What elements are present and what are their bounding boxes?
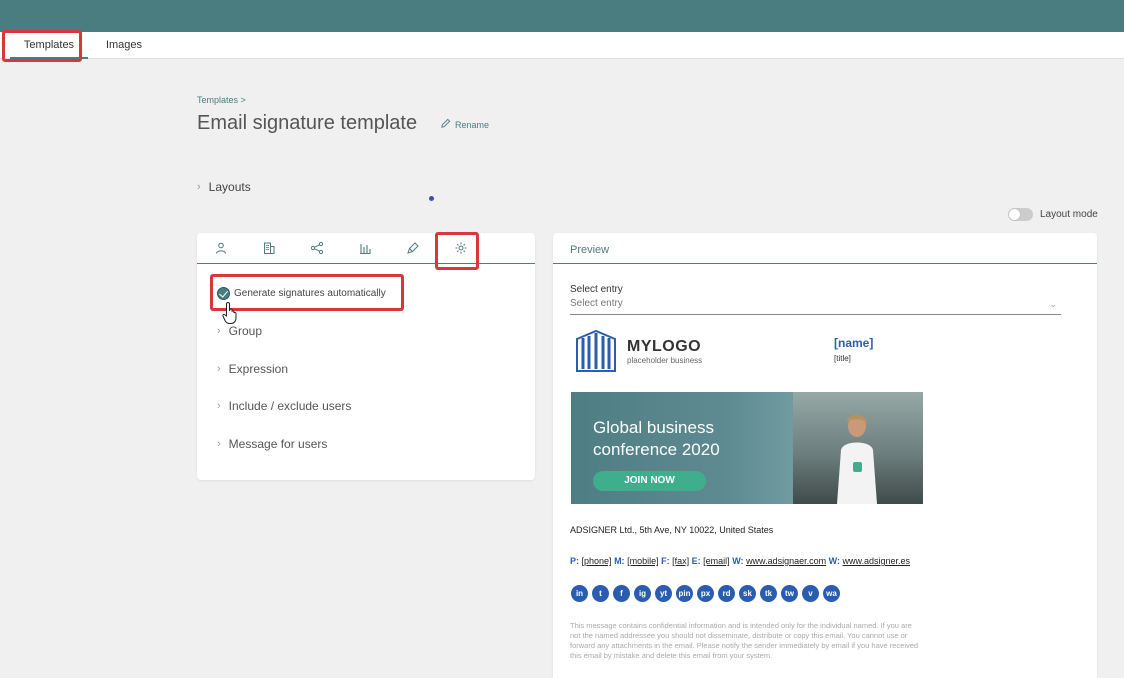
accordion-message-label: Message for users	[228, 437, 328, 451]
tab-templates[interactable]: Templates	[10, 32, 88, 59]
accordion-message-for-users[interactable]: › Message for users	[217, 437, 327, 451]
rename-label: Rename	[455, 119, 490, 130]
vimeo-icon[interactable]: v	[802, 585, 819, 602]
chevron-right-icon: ›	[197, 181, 201, 193]
twitter-icon[interactable]: t	[592, 585, 609, 602]
youtube-icon[interactable]: yt	[655, 585, 672, 602]
person-icon[interactable]	[214, 241, 228, 255]
preview-tab-bar: Preview	[553, 233, 1097, 264]
tab-bar: Templates Images	[0, 32, 1124, 59]
facebook-icon[interactable]: f	[613, 585, 630, 602]
whatsapp-icon[interactable]: wa	[823, 585, 840, 602]
preview-panel: Preview Select entry Select entry ⌄ MYLO…	[553, 233, 1097, 678]
select-entry-value: Select entry	[570, 298, 623, 309]
conference-banner[interactable]: Global business conference 2020 JOIN NOW	[571, 392, 923, 504]
accordion-expression[interactable]: › Expression	[217, 362, 288, 376]
banner-heading-line2: conference 2020	[593, 440, 720, 459]
brush-icon[interactable]	[406, 241, 420, 255]
signature-title: [title]	[834, 354, 851, 363]
indicator-dot	[429, 196, 434, 201]
signature-name: [name]	[834, 336, 874, 350]
website-link[interactable]: www.adsignaer.com	[746, 556, 826, 566]
reddit-icon[interactable]: rd	[718, 585, 735, 602]
rename-button[interactable]: Rename	[440, 118, 489, 131]
mobile-label: M:	[614, 556, 625, 566]
generate-signatures-label: Generate signatures automatically	[234, 288, 386, 299]
accordion-group-label: Group	[228, 324, 263, 338]
twitter-bird-icon[interactable]: tw	[781, 585, 798, 602]
settings-icon-row	[197, 233, 535, 264]
layouts-label: Layouts	[208, 180, 251, 194]
phone-label: P:	[570, 556, 579, 566]
pencil-icon	[440, 118, 451, 131]
chevron-down-icon: ⌄	[1049, 299, 1057, 309]
layouts-accordion[interactable]: › Layouts	[197, 180, 251, 194]
page-title: Email signature template	[197, 112, 418, 134]
join-now-button[interactable]: JOIN NOW	[593, 471, 706, 491]
share-icon[interactable]	[310, 241, 324, 255]
location-pin-icon[interactable]: pin	[676, 585, 693, 602]
skype-icon[interactable]: sk	[739, 585, 756, 602]
email-label: E:	[691, 556, 701, 566]
settings-panel: Generate signatures automatically › Grou…	[197, 233, 535, 480]
generate-signatures-checkbox[interactable]: Generate signatures automatically	[217, 287, 386, 300]
building-icon[interactable]	[262, 241, 276, 255]
website-label-2: W:	[828, 556, 840, 566]
hand-cursor-icon	[222, 301, 240, 325]
fax-value[interactable]: [fax]	[672, 556, 689, 566]
email-disclaimer: This message contains confidential infor…	[570, 621, 919, 660]
banner-heading: Global business conference 2020	[593, 417, 793, 461]
company-address: ADSIGNER Ltd., 5th Ave, NY 10022, United…	[570, 525, 774, 535]
top-header-bar	[0, 0, 1124, 32]
accordion-include-exclude-label: Include / exclude users	[228, 399, 352, 413]
website-label: W:	[732, 556, 744, 566]
chart-icon[interactable]	[358, 241, 372, 255]
contact-line: P: [phone] M: [mobile] F: [fax] E: [emai…	[570, 556, 910, 566]
logo-mark-icon	[576, 329, 616, 372]
chevron-right-icon: ›	[217, 400, 221, 412]
checkbox-checked-icon	[217, 287, 230, 300]
fax-label: F:	[661, 556, 670, 566]
social-icons-row: in t f ig yt pin px rd sk tk tw v wa	[571, 585, 840, 602]
company-logo: MYLOGO placeholder business	[575, 329, 702, 373]
mobile-value[interactable]: [mobile]	[627, 556, 659, 566]
banner-heading-line1: Global business	[593, 418, 714, 437]
chevron-right-icon: ›	[217, 438, 221, 450]
tab-images[interactable]: Images	[96, 32, 152, 59]
select-entry-label: Select entry	[570, 284, 623, 295]
email-value[interactable]: [email]	[703, 556, 730, 566]
tab-preview[interactable]: Preview	[570, 244, 609, 256]
logo-sub-text: placeholder business	[627, 355, 703, 365]
tiktok-icon[interactable]: tk	[760, 585, 777, 602]
linkedin-icon[interactable]: in	[571, 585, 588, 602]
select-entry-dropdown[interactable]: Select entry ⌄	[570, 297, 1061, 315]
website-link-2[interactable]: www.adsigner.es	[842, 556, 910, 566]
breadcrumb[interactable]: Templates >	[197, 95, 246, 105]
chevron-right-icon: ›	[217, 325, 221, 337]
500px-icon[interactable]: px	[697, 585, 714, 602]
logo-main-text: MYLOGO	[627, 337, 702, 355]
layout-mode-control: Layout mode	[1008, 208, 1098, 221]
accordion-include-exclude-users[interactable]: › Include / exclude users	[217, 399, 351, 413]
layout-mode-label: Layout mode	[1040, 209, 1098, 220]
layout-mode-toggle[interactable]	[1008, 208, 1033, 221]
gear-icon[interactable]	[454, 241, 468, 255]
instagram-icon[interactable]: ig	[634, 585, 651, 602]
accordion-group[interactable]: › Group	[217, 324, 262, 338]
accordion-expression-label: Expression	[228, 362, 289, 376]
chevron-right-icon: ›	[217, 363, 221, 375]
banner-person-image	[837, 414, 877, 504]
phone-value[interactable]: [phone]	[582, 556, 612, 566]
